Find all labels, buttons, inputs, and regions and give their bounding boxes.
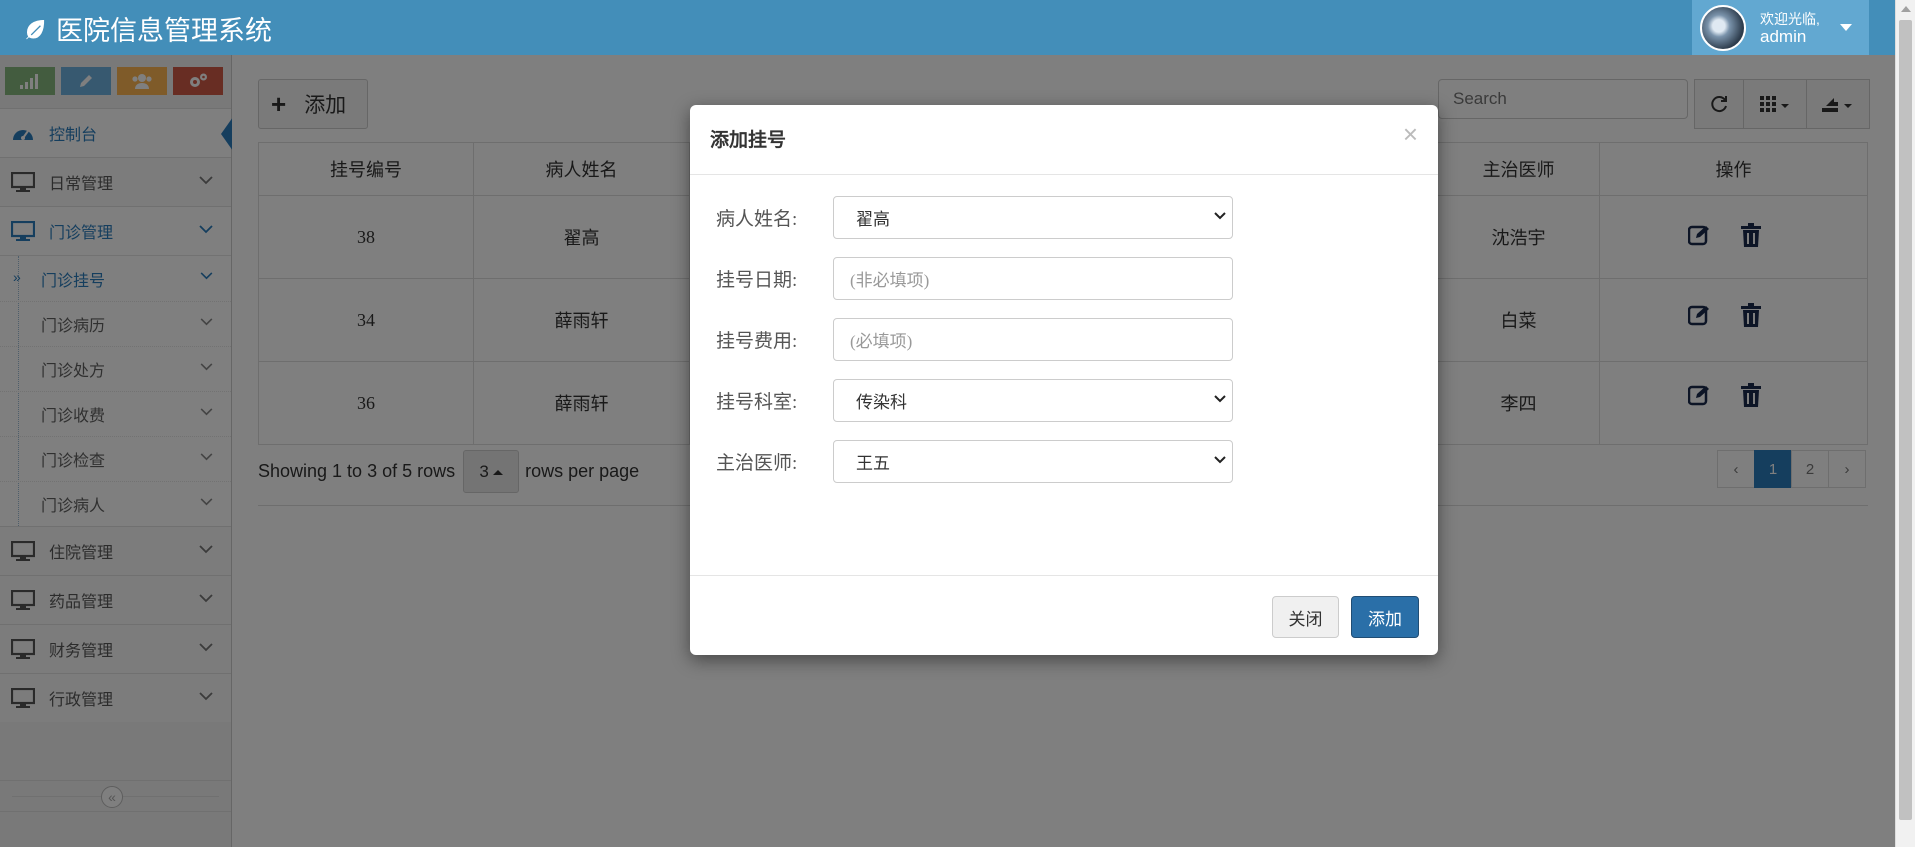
- page-scrollbar[interactable]: [1895, 0, 1915, 847]
- chevron-down-icon: [1214, 456, 1226, 464]
- app-title: 医院信息管理系统: [56, 16, 272, 46]
- registration-date-input[interactable]: (非必填项): [833, 257, 1233, 300]
- chevron-down-icon: [1214, 395, 1226, 403]
- form-row-doctor: 主治医师: 王五: [716, 440, 1233, 483]
- form-row-dept: 挂号科室: 传染科: [716, 379, 1233, 422]
- avatar: [1700, 4, 1746, 51]
- doctor-select[interactable]: 王五: [833, 440, 1233, 483]
- caret-down-icon: [1839, 24, 1852, 31]
- scrollbar-thumb[interactable]: [1899, 20, 1912, 820]
- field-label: 主治医师:: [716, 453, 798, 474]
- welcome-text: 欢迎光临,: [1760, 10, 1820, 27]
- form-row-date: 挂号日期: (非必填项): [716, 257, 1233, 300]
- registration-fee-input[interactable]: (必填项): [833, 318, 1233, 361]
- top-navbar: 医院信息管理系统 欢迎光临, admin: [0, 0, 1895, 55]
- user-name: admin: [1760, 26, 1807, 46]
- submit-add-button[interactable]: 添加: [1351, 596, 1419, 638]
- close-button[interactable]: 关闭: [1272, 596, 1339, 638]
- modal-footer: 关闭 添加: [690, 575, 1438, 655]
- chevron-down-icon: [1214, 212, 1226, 220]
- scroll-up-icon[interactable]: [1901, 6, 1911, 12]
- modal-title: 添加挂号: [710, 129, 787, 151]
- form-row-fee: 挂号费用: (必填项): [716, 318, 1233, 361]
- brand[interactable]: 医院信息管理系统: [22, 9, 272, 48]
- add-registration-modal: 添加挂号 × 病人姓名: 翟高 挂号日期: (非必填项) 挂号费用: (必填项)…: [690, 105, 1438, 655]
- modal-header: 添加挂号 ×: [690, 105, 1438, 175]
- field-label: 挂号日期:: [716, 270, 798, 291]
- department-select[interactable]: 传染科: [833, 379, 1233, 422]
- patient-select[interactable]: 翟高: [833, 196, 1233, 239]
- close-icon[interactable]: ×: [1403, 119, 1418, 150]
- user-menu[interactable]: 欢迎光临, admin: [1692, 0, 1869, 55]
- field-label: 病人姓名:: [716, 209, 798, 230]
- form-row-patient: 病人姓名: 翟高: [716, 196, 1233, 239]
- field-label: 挂号费用:: [716, 331, 798, 352]
- leaf-icon: [24, 18, 46, 41]
- field-label: 挂号科室:: [716, 392, 798, 413]
